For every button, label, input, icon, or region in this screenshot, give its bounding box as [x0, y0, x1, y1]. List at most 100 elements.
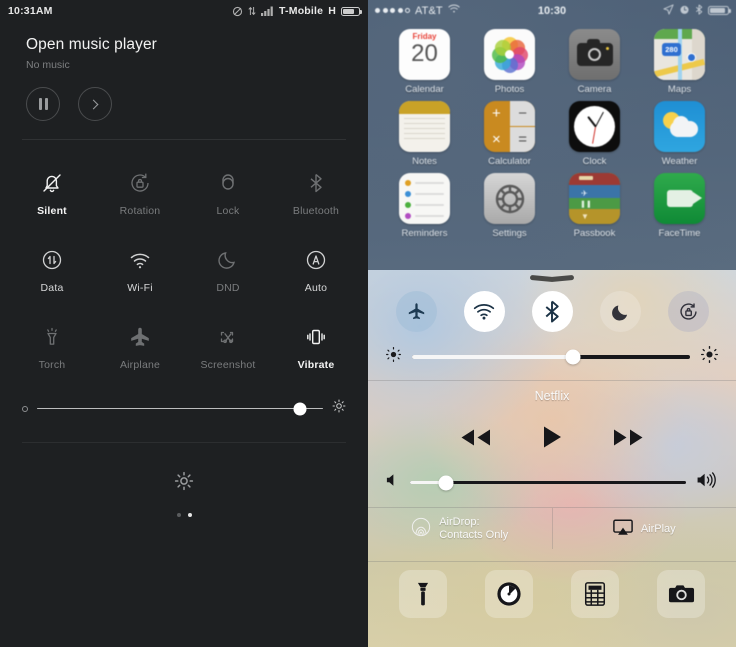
app-settings[interactable]: Settings — [467, 173, 552, 239]
bluetooth-icon — [695, 4, 703, 18]
airdrop-button[interactable]: AirDrop: Contacts Only — [368, 508, 553, 549]
app-notes[interactable]: Notes — [382, 101, 467, 167]
brightness-low-icon — [22, 405, 28, 412]
calculator-shortcut[interactable] — [571, 570, 619, 618]
camera-icon — [668, 585, 694, 603]
app-label: FaceTime — [658, 228, 701, 239]
brightness-knob[interactable] — [293, 402, 307, 415]
page-dot[interactable] — [176, 513, 181, 517]
toggle-wifi[interactable]: Wi-Fi — [96, 231, 184, 308]
app-row-2: Notes + − × = Calculator Clock Weather — [382, 101, 722, 173]
rewind-button[interactable] — [458, 427, 492, 453]
app-label: Maps — [667, 84, 692, 95]
ios-volume-slider[interactable] — [368, 454, 736, 493]
toggle-dnd[interactable]: DND — [184, 231, 272, 308]
fast-forward-button[interactable] — [612, 427, 646, 453]
toggle-vibrate[interactable]: Vibrate — [272, 308, 360, 385]
app-calculator[interactable]: + − × = Calculator — [467, 101, 552, 167]
page-indicator — [0, 513, 368, 517]
app-facetime[interactable]: FaceTime — [637, 173, 722, 239]
moon-icon — [215, 241, 241, 273]
wifi-icon — [127, 241, 153, 273]
toggle-label: Screenshot — [200, 359, 256, 371]
bluetooth-icon — [303, 164, 329, 196]
flashlight-shortcut[interactable] — [399, 570, 447, 618]
facetime-app-icon — [654, 173, 705, 224]
brightness-track[interactable] — [37, 402, 323, 415]
rotation-lock-toggle[interactable] — [667, 291, 709, 332]
android-control-panel: 10:31AM T-Mobile H Open music player No … — [0, 0, 368, 647]
airplane-icon — [408, 303, 424, 320]
dual-screenshot: 10:31AM T-Mobile H Open music player No … — [0, 0, 736, 647]
app-label: Weather — [661, 156, 698, 167]
app-label: Notes — [412, 156, 437, 167]
now-playing-title: Netflix — [534, 389, 570, 403]
android-network-type: H — [328, 5, 336, 17]
settings-button[interactable] — [0, 471, 368, 491]
toggle-torch[interactable]: Torch — [8, 308, 96, 385]
ios-app-grid: Friday 20 Calendar Photos Camera 280 Map… — [368, 21, 736, 245]
auto-brightness-icon — [303, 241, 329, 273]
toggle-data[interactable]: Data — [8, 231, 96, 308]
media-controls: Netflix — [368, 381, 736, 454]
brightness-knob[interactable] — [565, 349, 581, 365]
app-row-3: Reminders Settings ✈ ❚❚ ▼ Passbook FaceT… — [382, 173, 722, 245]
app-calendar[interactable]: Friday 20 Calendar — [382, 29, 467, 95]
toggle-auto[interactable]: Auto — [272, 231, 360, 308]
airplay-label: AirPlay — [640, 522, 676, 535]
photos-app-icon — [484, 29, 535, 80]
next-button[interactable] — [78, 87, 112, 121]
brightness-track[interactable] — [412, 349, 690, 365]
app-reminders[interactable]: Reminders — [382, 173, 467, 239]
page-dot-active[interactable] — [187, 513, 192, 517]
calc-key: − — [510, 101, 535, 126]
calculator-app-icon: + − × = — [484, 101, 535, 152]
camera-shortcut[interactable] — [657, 570, 705, 618]
toggle-screenshot[interactable]: Screenshot — [184, 308, 272, 385]
app-maps[interactable]: 280 Maps — [637, 29, 722, 95]
app-weather[interactable]: Weather — [637, 101, 722, 167]
wifi-toggle[interactable] — [463, 291, 505, 332]
app-passbook[interactable]: ✈ ❚❚ ▼ Passbook — [552, 173, 637, 239]
calendar-day-number: 20 — [411, 40, 438, 67]
battery-icon — [708, 5, 731, 16]
toggle-label: Vibrate — [297, 359, 335, 371]
flashlight-icon — [417, 582, 429, 606]
ios-brightness-slider[interactable] — [368, 332, 736, 368]
pause-button[interactable] — [26, 87, 60, 121]
toggle-row-1: Silent Rotation Lock Bluetooth — [8, 154, 360, 231]
toggle-rotation[interactable]: Rotation — [96, 154, 184, 231]
toggle-label: Wi-Fi — [127, 282, 153, 294]
android-brightness-slider[interactable] — [0, 385, 368, 418]
toggle-label: Airplane — [119, 359, 161, 371]
airplane-mode-toggle[interactable] — [395, 291, 437, 332]
toggle-lock[interactable]: Lock — [184, 154, 272, 231]
toggle-row-2: Data Wi-Fi DND Auto — [8, 231, 360, 308]
bluetooth-toggle[interactable] — [531, 291, 573, 332]
maps-app-icon: 280 — [654, 29, 705, 80]
clock-app-icon — [569, 101, 620, 152]
toggle-label: Data — [40, 282, 64, 294]
grabber-handle[interactable] — [530, 276, 574, 281]
volume-track[interactable] — [410, 475, 686, 490]
play-button[interactable] — [542, 425, 562, 454]
app-camera[interactable]: Camera — [552, 29, 637, 95]
volume-knob[interactable] — [438, 475, 454, 490]
android-status-bar: 10:31AM T-Mobile H — [0, 0, 368, 22]
app-photos[interactable]: Photos — [467, 29, 552, 95]
reminders-app-icon — [399, 173, 450, 224]
do-not-disturb-toggle[interactable] — [599, 291, 641, 332]
lock-icon — [215, 164, 241, 196]
toggle-airplane[interactable]: Airplane — [96, 308, 184, 385]
airplay-button[interactable]: AirPlay — [553, 508, 736, 549]
brightness-low-icon — [386, 347, 401, 367]
calculator-icon — [584, 582, 606, 606]
toggle-bluetooth[interactable]: Bluetooth — [272, 154, 360, 231]
app-clock[interactable]: Clock — [552, 101, 637, 167]
pause-icon — [38, 98, 48, 110]
toggle-silent[interactable]: Silent — [8, 154, 96, 231]
airplane-icon — [127, 318, 153, 350]
timer-shortcut[interactable] — [485, 570, 533, 618]
calc-key: = — [510, 127, 535, 152]
toggle-label: Bluetooth — [292, 205, 340, 217]
